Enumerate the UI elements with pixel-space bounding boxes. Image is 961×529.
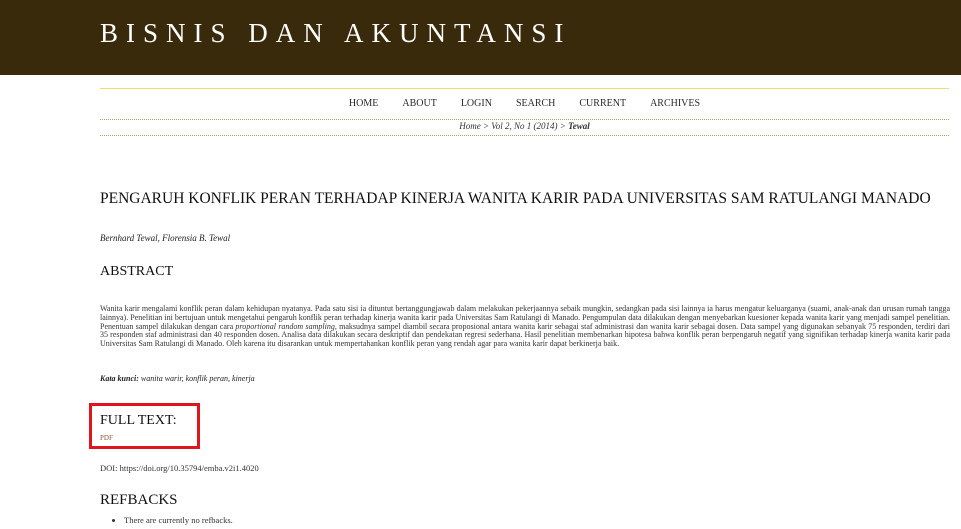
abstract-emphasis: proportional random sampling <box>235 321 335 331</box>
site-header: BISNIS DAN AKUNTANSI <box>0 0 961 75</box>
breadcrumb-home[interactable]: Home <box>459 121 481 131</box>
breadcrumb-separator: > <box>557 121 569 131</box>
pdf-link[interactable]: PDF <box>100 434 113 442</box>
breadcrumb-divider <box>100 135 949 136</box>
nav-item-home[interactable]: HOME <box>349 98 378 109</box>
doi-text: DOI: https://doi.org/10.35794/emba.v2i1.… <box>100 463 259 473</box>
article-authors: Bernhard Tewal, Florensia B. Tewal <box>100 233 231 243</box>
nav-item-about[interactable]: ABOUT <box>402 98 436 109</box>
article-title: PENGARUH KONFLIK PERAN TERHADAP KINERJA … <box>100 190 931 207</box>
keywords-value: wanita warir, konflik peran, kinerja <box>138 374 255 383</box>
main-navigation: HOME ABOUT LOGIN SEARCH CURRENT ARCHIVES <box>100 88 949 109</box>
nav-divider <box>100 119 949 120</box>
refbacks-heading: REFBACKS <box>100 492 178 508</box>
breadcrumb: Home > Vol 2, No 1 (2014) > Tewal <box>100 121 949 131</box>
refbacks-list: There are currently no refbacks. <box>100 515 233 525</box>
site-title: BISNIS DAN AKUNTANSI <box>100 18 572 48</box>
nav-item-archives[interactable]: ARCHIVES <box>650 98 700 109</box>
breadcrumb-current[interactable]: Tewal <box>568 121 590 131</box>
nav-item-login[interactable]: LOGIN <box>461 98 492 109</box>
keywords-label: Kata kunci: <box>100 374 139 383</box>
nav-item-current[interactable]: CURRENT <box>579 98 626 109</box>
breadcrumb-issue[interactable]: Vol 2, No 1 (2014) <box>491 121 557 131</box>
nav-menu: HOME ABOUT LOGIN SEARCH CURRENT ARCHIVES <box>100 98 949 109</box>
keywords: Kata kunci: wanita warir, konflik peran,… <box>100 374 255 383</box>
list-item: There are currently no refbacks. <box>124 515 233 525</box>
abstract-text: Wanita karir mengalami konflik peran dal… <box>100 304 950 349</box>
nav-item-search[interactable]: SEARCH <box>516 98 555 109</box>
fulltext-heading: FULL TEXT: <box>100 413 177 428</box>
abstract-heading: ABSTRACT <box>100 264 174 279</box>
breadcrumb-separator: > <box>480 121 492 131</box>
